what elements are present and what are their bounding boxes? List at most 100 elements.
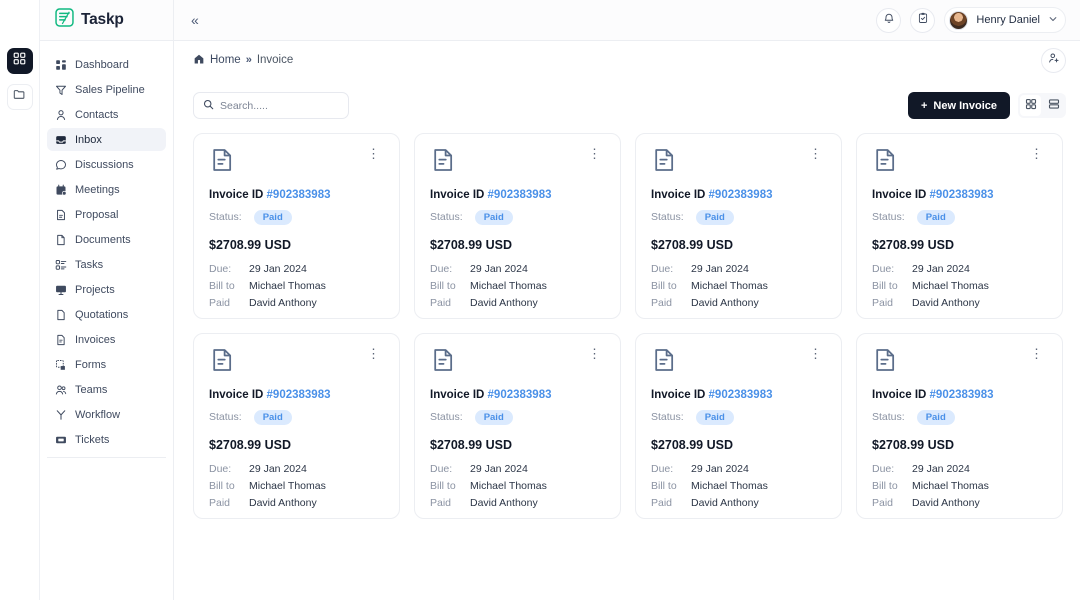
invoice-card-menu-button[interactable]: ⋮ [805, 146, 826, 161]
invoice-card-menu-button[interactable]: ⋮ [584, 346, 605, 361]
invoice-document-icon [651, 347, 677, 378]
rail-folder-button[interactable] [6, 84, 33, 110]
invoice-id-number[interactable]: #902383983 [488, 189, 552, 201]
grid-view-button[interactable] [1020, 95, 1041, 116]
invoice-id-number[interactable]: #902383983 [930, 389, 994, 401]
list-view-icon [1048, 97, 1060, 115]
invoice-card-menu-button[interactable]: ⋮ [1026, 346, 1047, 361]
paid-label: Paid [872, 296, 894, 309]
invoice-document-icon [209, 347, 235, 378]
sidebar-item-workflow[interactable]: Workflow [47, 403, 166, 426]
sidebar-item-documents[interactable]: Documents [47, 228, 166, 251]
invoice-paid-row: Paid David Anthony [872, 497, 1047, 509]
paid-value: David Anthony [249, 296, 317, 309]
main-area: « Henry Daniel Home » Invoice Search....… [174, 0, 1080, 600]
invoice-card[interactable]: ⋮ Invoice ID #902383983 Status: Paid $27… [193, 133, 400, 319]
invoice-card[interactable]: ⋮ Invoice ID #902383983 Status: Paid $27… [193, 333, 400, 519]
invoice-id-line: Invoice ID #902383983 [651, 389, 826, 401]
invoice-id-number[interactable]: #902383983 [709, 189, 773, 201]
invoice-card-grid: ⋮ Invoice ID #902383983 Status: Paid $27… [174, 127, 1080, 519]
sidebar-item-label: Projects [75, 283, 115, 296]
breadcrumb-home[interactable]: Home [210, 54, 241, 66]
sidebar-item-label: Workflow [75, 408, 121, 421]
invoice-card[interactable]: ⋮ Invoice ID #902383983 Status: Paid $27… [856, 133, 1063, 319]
invoice-card-header: ⋮ [872, 147, 1047, 178]
status-badge: Paid [253, 210, 292, 225]
invoice-id-line: Invoice ID #902383983 [872, 189, 1047, 201]
breadcrumb-actions [1041, 47, 1066, 73]
invoice-card-menu-button[interactable]: ⋮ [584, 146, 605, 161]
invoice-amount: $2708.99 USD [651, 237, 734, 252]
sidebar-item-tasks[interactable]: Tasks [47, 253, 166, 276]
brand-logo[interactable]: Taskp [40, 0, 173, 41]
sidebar-item-forms[interactable]: Forms [47, 353, 166, 376]
notifications-button[interactable] [876, 7, 902, 33]
invoice-amount: $2708.99 USD [209, 237, 292, 252]
invoice-id-number[interactable]: #902383983 [930, 189, 994, 201]
sidebar-item-label: Invoices [75, 333, 116, 346]
invoice-amount: $2708.99 USD [872, 237, 955, 252]
invoice-id-prefix: Invoice ID [651, 189, 706, 201]
due-value: 29 Jan 2024 [470, 262, 528, 275]
sidebar-item-tickets[interactable]: Tickets [47, 428, 166, 451]
invoice-meta: Due: 29 Jan 2024 Bill to Michael Thomas … [430, 263, 605, 309]
new-invoice-button[interactable]: + New Invoice [907, 92, 1010, 119]
due-label: Due: [651, 462, 674, 475]
brand-name: Taskp [81, 11, 124, 28]
invoice-card[interactable]: ⋮ Invoice ID #902383983 Status: Paid $27… [414, 333, 621, 519]
paid-label: Paid [209, 496, 231, 509]
invoice-id-number[interactable]: #902383983 [267, 189, 331, 201]
sidebar-item-projects[interactable]: Projects [47, 278, 166, 301]
invoice-card-header: ⋮ [651, 347, 826, 378]
sidebar-item-proposal[interactable]: Proposal [47, 203, 166, 226]
invoice-card[interactable]: ⋮ Invoice ID #902383983 Status: Paid $27… [635, 133, 842, 319]
invoice-card-menu-button[interactable]: ⋮ [1026, 146, 1047, 161]
invoice-document-icon [872, 347, 898, 378]
invoice-document-icon [209, 147, 235, 178]
sidebar-item-dashboard[interactable]: Dashboard [47, 53, 166, 76]
invoice-status-row: Status: Paid [872, 410, 1047, 425]
invoice-meta: Due: 29 Jan 2024 Bill to Michael Thomas … [209, 463, 384, 509]
sidebar-collapse-button[interactable]: « [186, 10, 204, 30]
add-user-button[interactable] [1041, 47, 1066, 73]
invoice-status-row: Status: Paid [430, 410, 605, 425]
invoice-id-number[interactable]: #902383983 [709, 389, 773, 401]
invoice-card-menu-button[interactable]: ⋮ [363, 146, 384, 161]
invoice-meta: Due: 29 Jan 2024 Bill to Michael Thomas … [209, 263, 384, 309]
sidebar-item-discussions[interactable]: Discussions [47, 153, 166, 176]
search-box[interactable] [193, 92, 349, 119]
status-badge: Paid [916, 410, 955, 425]
task-list-icon [54, 258, 67, 271]
invoice-paid-row: Paid David Anthony [651, 297, 826, 309]
user-menu[interactable]: Henry Daniel [944, 7, 1066, 33]
invoice-id-number[interactable]: #902383983 [488, 389, 552, 401]
search-input[interactable] [220, 99, 330, 112]
due-label: Due: [872, 262, 895, 275]
sidebar-item-teams[interactable]: Teams [47, 378, 166, 401]
invoice-card[interactable]: ⋮ Invoice ID #902383983 Status: Paid $27… [856, 333, 1063, 519]
status-badge: Paid [474, 410, 513, 425]
sidebar-item-invoices[interactable]: Invoices [47, 328, 166, 351]
search-icon [203, 97, 214, 115]
invoice-due-row: Due: 29 Jan 2024 [872, 463, 1047, 475]
sidebar-item-contacts[interactable]: Contacts [47, 103, 166, 126]
invoice-card-header: ⋮ [430, 347, 605, 378]
sidebar-item-quotations[interactable]: Quotations [47, 303, 166, 326]
invoice-card[interactable]: ⋮ Invoice ID #902383983 Status: Paid $27… [414, 133, 621, 319]
invoice-card-menu-button[interactable]: ⋮ [805, 346, 826, 361]
sidebar-item-label: Proposal [75, 208, 119, 221]
tasks-button[interactable] [910, 7, 936, 33]
ticket-icon [54, 433, 67, 446]
sidebar-item-inbox[interactable]: Inbox [47, 128, 166, 151]
sidebar: Taskp Dashboard Sales Pipeline Contacts [40, 0, 174, 600]
list-view-button[interactable] [1043, 95, 1064, 116]
due-value: 29 Jan 2024 [249, 262, 307, 275]
sidebar-item-meetings[interactable]: Meetings [47, 178, 166, 201]
invoice-card-menu-button[interactable]: ⋮ [363, 346, 384, 361]
invoice-card[interactable]: ⋮ Invoice ID #902383983 Status: Paid $27… [635, 333, 842, 519]
sidebar-item-sales-pipeline[interactable]: Sales Pipeline [47, 78, 166, 101]
status-label: Status: [430, 411, 463, 424]
rail-apps-grid-button[interactable] [6, 48, 33, 74]
invoice-id-number[interactable]: #902383983 [267, 389, 331, 401]
paid-label: Paid [651, 496, 673, 509]
